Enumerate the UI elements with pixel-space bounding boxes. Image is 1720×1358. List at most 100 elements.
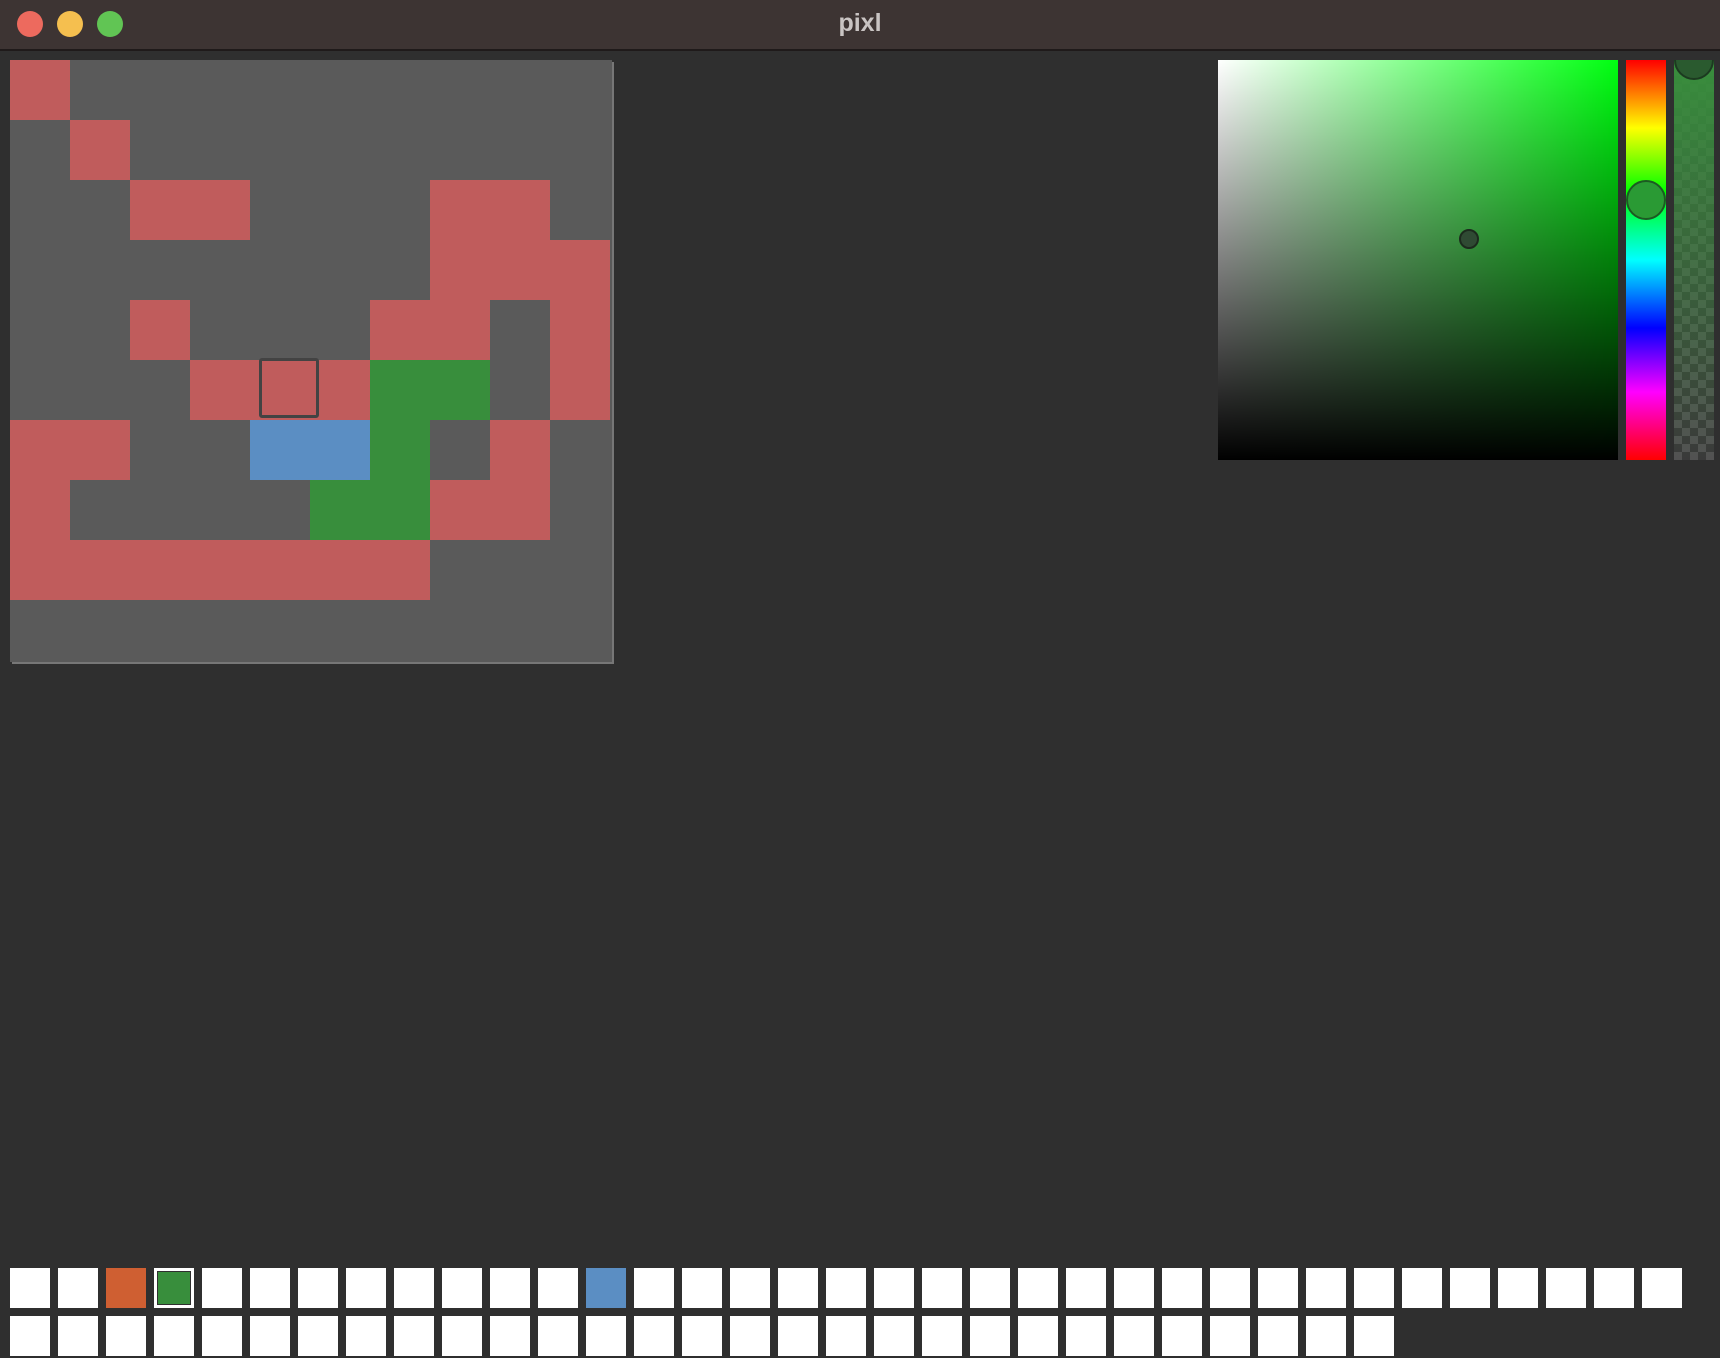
canvas-pixel[interactable] (370, 300, 430, 360)
palette-swatch[interactable] (490, 1316, 530, 1356)
palette-swatch[interactable] (1642, 1268, 1682, 1308)
palette-swatch[interactable] (1306, 1316, 1346, 1356)
canvas-pixel[interactable] (310, 360, 370, 420)
palette-swatch[interactable] (10, 1316, 50, 1356)
palette-swatch[interactable] (442, 1268, 482, 1308)
hue-slider[interactable] (1626, 60, 1666, 460)
palette-swatch[interactable] (298, 1268, 338, 1308)
palette-swatch[interactable] (922, 1268, 962, 1308)
canvas-pixel[interactable] (10, 60, 70, 120)
palette-swatch[interactable] (826, 1268, 866, 1308)
canvas-pixel[interactable] (430, 240, 490, 300)
palette-swatch[interactable] (826, 1316, 866, 1356)
palette-swatch[interactable] (1258, 1316, 1298, 1356)
palette-swatch[interactable] (682, 1316, 722, 1356)
canvas-pixel[interactable] (430, 300, 490, 360)
palette-swatch[interactable] (1354, 1268, 1394, 1308)
palette-swatch[interactable] (154, 1268, 194, 1308)
palette-swatch[interactable] (1114, 1268, 1154, 1308)
palette-swatch[interactable] (442, 1316, 482, 1356)
palette-swatch[interactable] (730, 1316, 770, 1356)
palette-swatch[interactable] (538, 1268, 578, 1308)
canvas-pixel[interactable] (310, 480, 370, 540)
canvas-pixel[interactable] (70, 420, 130, 480)
palette-swatch[interactable] (778, 1316, 818, 1356)
palette-swatch[interactable] (154, 1316, 194, 1356)
palette-swatch[interactable] (730, 1268, 770, 1308)
palette-swatch[interactable] (634, 1268, 674, 1308)
canvas-pixel[interactable] (130, 300, 190, 360)
palette-swatch[interactable] (1594, 1268, 1634, 1308)
canvas-pixel[interactable] (370, 420, 430, 480)
pixel-canvas[interactable] (10, 60, 612, 662)
palette-swatch[interactable] (250, 1316, 290, 1356)
palette-swatch[interactable] (586, 1268, 626, 1308)
canvas-pixel[interactable] (190, 360, 250, 420)
canvas-pixel[interactable] (250, 540, 310, 600)
palette-swatch[interactable] (634, 1316, 674, 1356)
palette-swatch[interactable] (202, 1268, 242, 1308)
palette-swatch[interactable] (202, 1316, 242, 1356)
canvas-pixel[interactable] (430, 360, 490, 420)
palette-swatch[interactable] (1018, 1268, 1058, 1308)
palette-swatch[interactable] (394, 1316, 434, 1356)
palette-swatch[interactable] (1546, 1268, 1586, 1308)
canvas-pixel[interactable] (130, 540, 190, 600)
canvas-pixel[interactable] (550, 300, 610, 360)
palette-swatch[interactable] (1210, 1268, 1250, 1308)
canvas-pixel[interactable] (10, 480, 70, 540)
palette-swatch[interactable] (58, 1268, 98, 1308)
saturation-value-thumb[interactable] (1459, 229, 1479, 249)
canvas-pixel[interactable] (370, 480, 430, 540)
palette-swatch[interactable] (1018, 1316, 1058, 1356)
canvas-pixel[interactable] (490, 180, 550, 240)
saturation-value-picker[interactable] (1218, 60, 1618, 460)
palette-swatch[interactable] (1066, 1268, 1106, 1308)
canvas-pixel[interactable] (490, 480, 550, 540)
canvas-pixel[interactable] (190, 540, 250, 600)
palette-swatch[interactable] (874, 1268, 914, 1308)
canvas-pixel[interactable] (310, 540, 370, 600)
palette-swatch[interactable] (778, 1268, 818, 1308)
canvas-pixel[interactable] (430, 480, 490, 540)
canvas-pixel[interactable] (130, 180, 190, 240)
palette-swatch[interactable] (586, 1316, 626, 1356)
palette-swatch[interactable] (1162, 1268, 1202, 1308)
palette-swatch[interactable] (682, 1268, 722, 1308)
canvas-pixel[interactable] (490, 240, 550, 300)
canvas-pixel[interactable] (250, 420, 310, 480)
palette-swatch[interactable] (394, 1268, 434, 1308)
palette-swatch[interactable] (106, 1268, 146, 1308)
canvas-pixel[interactable] (310, 420, 370, 480)
canvas-pixel[interactable] (370, 540, 430, 600)
canvas-pixel[interactable] (10, 420, 70, 480)
hue-slider-thumb[interactable] (1626, 180, 1666, 220)
canvas-pixel[interactable] (70, 120, 130, 180)
palette-swatch[interactable] (250, 1268, 290, 1308)
palette-swatch[interactable] (490, 1268, 530, 1308)
palette-swatch[interactable] (1162, 1316, 1202, 1356)
palette-swatch[interactable] (10, 1268, 50, 1308)
canvas-pixel[interactable] (550, 240, 610, 300)
canvas-pixel[interactable] (370, 360, 430, 420)
palette-swatch[interactable] (970, 1316, 1010, 1356)
palette-swatch[interactable] (1114, 1316, 1154, 1356)
canvas-pixel[interactable] (70, 540, 130, 600)
palette-swatch[interactable] (1498, 1268, 1538, 1308)
palette-swatch[interactable] (874, 1316, 914, 1356)
palette-swatch[interactable] (346, 1316, 386, 1356)
canvas-pixel[interactable] (190, 180, 250, 240)
palette-swatch[interactable] (1402, 1268, 1442, 1308)
palette-swatch[interactable] (1306, 1268, 1346, 1308)
palette-swatch[interactable] (298, 1316, 338, 1356)
palette-swatch[interactable] (970, 1268, 1010, 1308)
palette-swatch[interactable] (1354, 1316, 1394, 1356)
alpha-slider[interactable] (1674, 60, 1714, 460)
palette-swatch[interactable] (538, 1316, 578, 1356)
canvas-pixel[interactable] (10, 540, 70, 600)
palette-swatch[interactable] (106, 1316, 146, 1356)
palette-swatch[interactable] (58, 1316, 98, 1356)
palette-swatch[interactable] (1258, 1268, 1298, 1308)
palette-swatch[interactable] (1210, 1316, 1250, 1356)
canvas-pixel[interactable] (430, 180, 490, 240)
